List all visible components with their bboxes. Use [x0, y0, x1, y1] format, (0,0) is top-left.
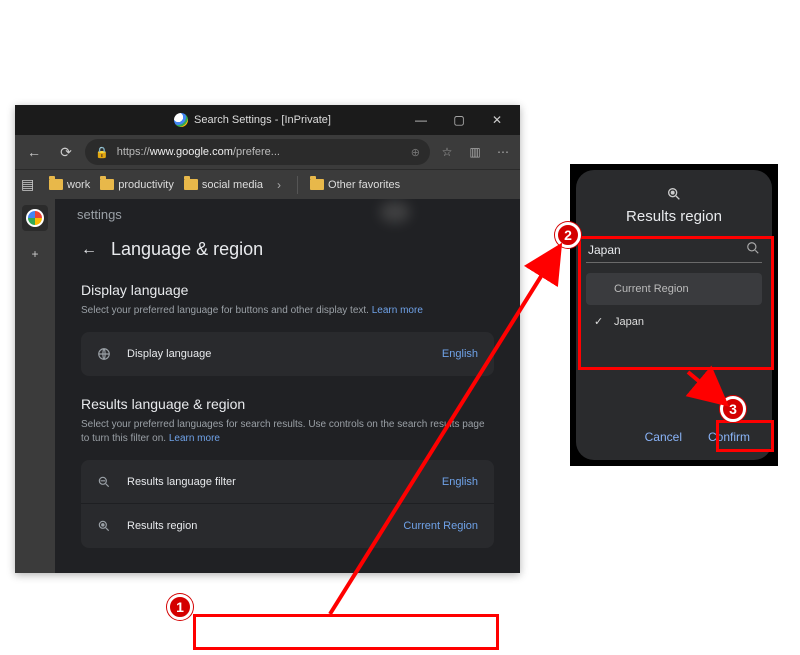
window-controls: — ▢ ✕	[402, 105, 516, 135]
refresh-button[interactable]: ⟳	[53, 139, 79, 165]
language-filter-icon	[97, 475, 115, 489]
card-display-language[interactable]: Display language English	[81, 332, 494, 376]
learn-more-link-2[interactable]: Learn more	[169, 433, 220, 444]
vertical-tab-google[interactable]	[22, 205, 48, 231]
window-title: Search Settings - [InPrivate]	[194, 114, 331, 126]
folder-icon	[100, 179, 114, 190]
globe-icon	[97, 347, 115, 361]
annotation-badge-1: 1	[167, 594, 193, 620]
cancel-button[interactable]: Cancel	[635, 424, 692, 450]
google-icon	[174, 113, 188, 127]
bookmark-other-favorites[interactable]: Other favorites	[310, 179, 400, 191]
annotation-highlight-2	[578, 236, 774, 370]
favorite-icon[interactable]: ☆	[436, 145, 458, 159]
close-button[interactable]: ✕	[478, 105, 516, 135]
section-display-language-desc: Select your preferred language for butto…	[81, 304, 494, 318]
annotation-highlight-1	[193, 614, 499, 650]
search-in-url-icon[interactable]: ⊕	[411, 146, 420, 159]
address-bar[interactable]: 🔒 https://www.google.com/prefere... ⊕	[85, 139, 430, 165]
vertical-tab-rail: +	[15, 199, 55, 573]
bookmark-work[interactable]: work	[49, 179, 90, 191]
section-display-language-header: Display language	[81, 282, 494, 298]
section-results-lang-header: Results language & region	[81, 396, 494, 412]
card-value: Current Region	[403, 520, 478, 532]
folder-icon	[184, 179, 198, 190]
lock-icon: 🔒	[95, 146, 109, 159]
google-icon	[26, 209, 44, 227]
bookmarks-overflow-icon[interactable]: ›	[277, 178, 281, 192]
more-icon[interactable]: ⋯	[492, 145, 514, 159]
annotation-highlight-3	[716, 420, 774, 452]
page-title: Language & region	[111, 239, 263, 260]
card-results-region[interactable]: Results region Current Region	[81, 504, 494, 548]
card-results-language-filter[interactable]: Results language filter English	[81, 460, 494, 504]
card-value: English	[442, 348, 478, 360]
section-results-lang-desc: Select your preferred languages for sear…	[81, 418, 494, 446]
bookmark-social-media[interactable]: social media	[184, 179, 263, 191]
bookmarks-bar: ▤ work productivity social media › Other…	[15, 169, 520, 199]
url-text: https://www.google.com/prefere...	[117, 146, 403, 158]
maximize-button[interactable]: ▢	[440, 105, 478, 135]
back-button[interactable]: ←	[21, 139, 47, 165]
page-content: settings ← Language & region Display lan…	[55, 199, 520, 573]
folder-icon	[310, 179, 324, 190]
bookmark-productivity[interactable]: productivity	[100, 179, 174, 191]
minimize-button[interactable]: —	[402, 105, 440, 135]
region-icon	[97, 519, 115, 533]
back-arrow-icon[interactable]: ←	[81, 241, 97, 259]
card-label: Results language filter	[127, 476, 236, 488]
annotation-badge-2: 2	[555, 222, 581, 248]
learn-more-link[interactable]: Learn more	[372, 305, 423, 316]
card-label: Results region	[127, 520, 197, 532]
card-label: Display language	[127, 348, 211, 360]
region-icon	[586, 186, 762, 202]
new-tab-button[interactable]: +	[22, 241, 48, 267]
folder-icon	[49, 179, 63, 190]
settings-breadcrumb: settings	[77, 207, 122, 222]
browser-toolbar: ← ⟳ 🔒 https://www.google.com/prefere... …	[15, 135, 520, 169]
dialog-title: Results region	[586, 208, 762, 225]
split-screen-icon[interactable]: ▥	[464, 145, 486, 159]
browser-window: Search Settings - [InPrivate] — ▢ ✕ ← ⟳ …	[15, 105, 520, 573]
window-titlebar: Search Settings - [InPrivate] — ▢ ✕	[15, 105, 520, 135]
card-value: English	[442, 476, 478, 488]
blurred-avatar	[380, 201, 410, 223]
tab-actions-icon[interactable]: ▤	[21, 176, 39, 193]
annotation-badge-3: 3	[720, 396, 746, 422]
